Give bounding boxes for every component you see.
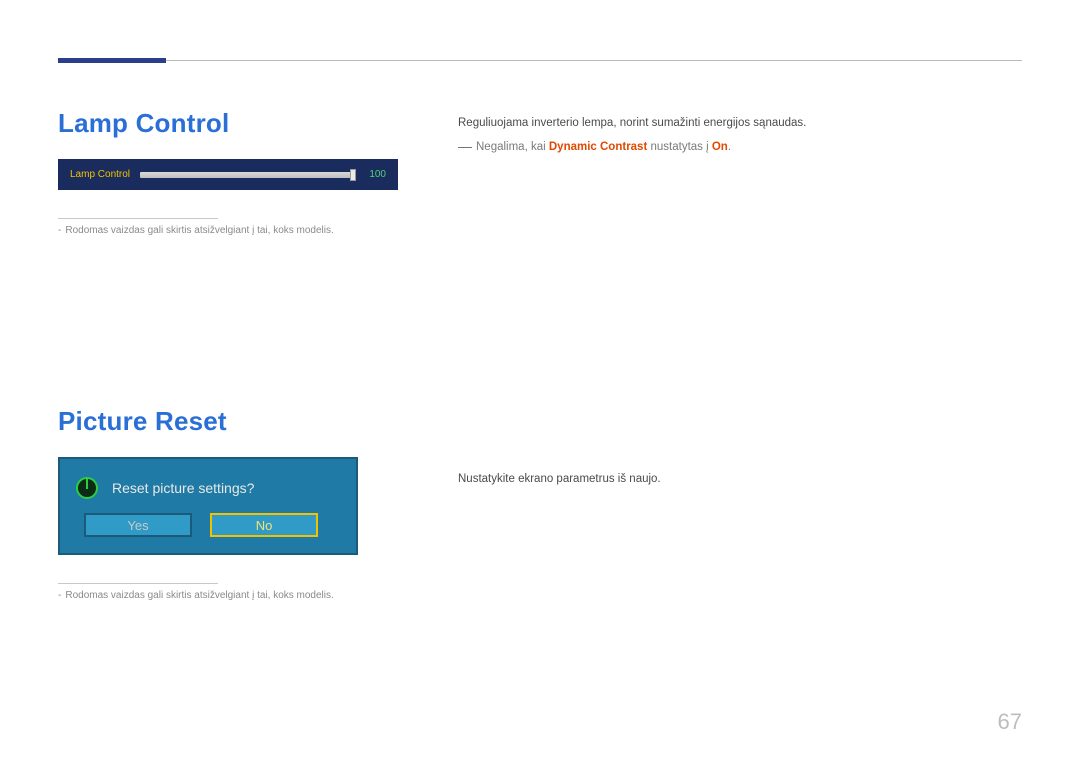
reset-description: Nustatykite ekrano parametrus iš naujo. xyxy=(458,470,1022,488)
lamp-footnote-text: Rodomas vaizdas gali skirtis atsižvelgia… xyxy=(65,225,333,236)
footnote-divider-2 xyxy=(58,583,218,584)
header-bar xyxy=(58,48,1022,72)
reset-footnote: -Rodomas vaizdas gali skirtis atsižvelgi… xyxy=(58,590,398,601)
lamp-slider-value: 100 xyxy=(364,169,386,180)
warn-mid: nustatytas į xyxy=(647,141,712,153)
warn-term: Dynamic Contrast xyxy=(549,141,647,153)
power-icon xyxy=(76,477,98,499)
yes-button-label: Yes xyxy=(127,518,148,533)
lamp-widget-label: Lamp Control xyxy=(70,169,130,180)
page-number: 67 xyxy=(998,709,1022,735)
lamp-control-heading: Lamp Control xyxy=(58,108,398,139)
no-button-label: No xyxy=(256,518,273,533)
lamp-footnote: -Rodomas vaizdas gali skirtis atsižvelgi… xyxy=(58,225,398,236)
no-button[interactable]: No xyxy=(210,513,318,537)
header-rule xyxy=(58,60,1022,61)
lamp-slider[interactable] xyxy=(140,172,354,178)
footnote-divider xyxy=(58,218,218,219)
header-accent xyxy=(58,58,166,63)
yes-button[interactable]: Yes xyxy=(84,513,192,537)
reset-footnote-text: Rodomas vaizdas gali skirtis atsižvelgia… xyxy=(65,590,333,601)
picture-reset-heading: Picture Reset xyxy=(58,406,398,437)
lamp-control-widget: Lamp Control 100 xyxy=(58,159,398,190)
warn-suffix: . xyxy=(728,141,731,153)
warn-val: On xyxy=(712,141,728,153)
lamp-description: Reguliuojama inverterio lempa, norint su… xyxy=(458,114,1022,132)
warn-prefix: Negalima, kai xyxy=(476,141,549,153)
lamp-warning: ―Negalima, kai Dynamic Contrast nustatyt… xyxy=(458,138,1022,154)
picture-reset-dialog: Reset picture settings? Yes No xyxy=(58,457,358,555)
lamp-slider-thumb[interactable] xyxy=(350,169,356,181)
reset-question: Reset picture settings? xyxy=(112,480,254,496)
